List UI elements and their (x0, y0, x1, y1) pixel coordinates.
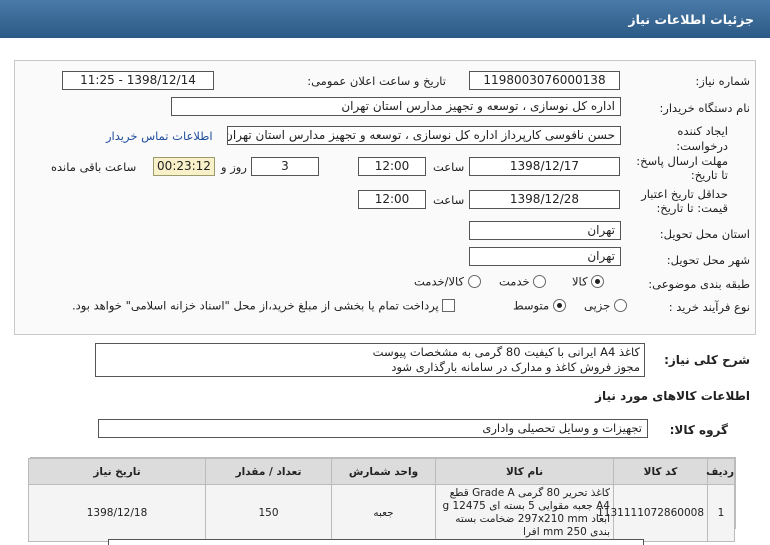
buyer-org-field: اداره کل نوسازی ، توسعه و تجهیز مدارس اس… (171, 97, 621, 116)
buyer-org-label: نام دستگاه خریدار: (659, 101, 750, 115)
purchase-process-label: نوع فرآیند خرید : (668, 300, 750, 314)
days-label: روز و (221, 160, 247, 174)
category-option-service[interactable]: خدمت (499, 274, 547, 289)
col-header-code: کد کالا (613, 458, 708, 485)
delivery-city-field: تهران (469, 247, 621, 266)
category-option-goods[interactable]: کالا (572, 274, 605, 289)
requester-label-2: درخواست: (676, 139, 728, 153)
radio-icon (533, 275, 547, 288)
announce-date-label: تاریخ و ساعت اعلان عمومی: (307, 74, 446, 88)
goods-group-field: تجهیزات و وسایل تحصیلی واداری (98, 419, 648, 438)
goods-table: ردیف کد کالا نام کالا واحد شمارش تعداد /… (28, 457, 736, 542)
header-bar: جزئیات اطلاعات نیاز (0, 0, 770, 38)
requester-field: حسن نافوسی کارپرداز اداره کل نوسازی ، تو… (227, 126, 621, 145)
cell-code: 1131111072860008 (597, 484, 708, 542)
goods-group-label: گروه کالا: (669, 423, 728, 437)
delivery-province-label: استان محل تحویل: (659, 227, 750, 241)
process-option-minor[interactable]: جزیی (584, 298, 627, 313)
price-time-label: ساعت (433, 193, 465, 207)
reply-deadline-label-1: مهلت ارسال پاسخ: (636, 154, 728, 168)
category-label: طبقه بندی موضوعی: (648, 277, 750, 291)
delivery-province-field: تهران (469, 221, 621, 240)
radio-icon (613, 299, 627, 312)
col-header-qty: تعداد / مقدار (205, 458, 332, 485)
treasury-bonds-checkbox[interactable]: پرداخت تمام یا بخشی از مبلغ خرید،از محل … (72, 298, 456, 313)
announce-date-field: 1398/12/14 - 11:25 (62, 71, 214, 90)
goods-info-title: اطلاعات کالاهای مورد نیاز (595, 389, 750, 403)
radio-icon (591, 275, 605, 288)
reply-time-label: ساعت (433, 160, 465, 174)
need-number-field: 1198003076000138 (469, 71, 620, 90)
description-line-1: کاغذ A4 ایرانی با کیفیت 80 گرمی به مشخصا… (372, 345, 640, 359)
radio-icon (552, 299, 566, 312)
price-validity-label-1: حداقل تاریخ اعتبار (641, 187, 728, 201)
col-header-unit: واحد شمارش (331, 458, 436, 485)
remaining-time-label: ساعت باقی مانده (51, 160, 137, 174)
checkbox-icon (442, 299, 456, 312)
col-header-name: نام کالا (435, 458, 614, 485)
cell-date: 1398/12/18 (28, 484, 206, 542)
description-box: کاغذ A4 ایرانی با کیفیت 80 گرمی به مشخصا… (95, 343, 645, 377)
cell-unit: جعبه (331, 484, 436, 542)
price-validity-label-2: قیمت: تا تاریخ: (656, 201, 728, 215)
reply-deadline-time: 12:00 (358, 157, 426, 176)
cell-qty: 150 (205, 484, 332, 542)
buyer-contact-link[interactable]: اطلاعات تماس خریدار (106, 129, 213, 143)
delivery-city-label: شهر محل تحویل: (666, 253, 750, 267)
col-header-date: تاریخ نیاز (28, 458, 206, 485)
category-option-goods-service[interactable]: کالا/خدمت (414, 274, 481, 289)
page-title: جزئیات اطلاعات نیاز (628, 12, 754, 27)
radio-icon (467, 275, 481, 288)
table-row: 1 1131111072860008 کاغذ تحریر 80 گرمی Gr… (28, 484, 735, 542)
description-line-2: مجوز فروش کاغذ و مدارک در سامانه بارگذار… (391, 360, 640, 374)
price-validity-date: 1398/12/28 (469, 190, 620, 209)
reply-deadline-date: 1398/12/17 (469, 157, 620, 176)
col-header-row: ردیف (706, 458, 735, 485)
description-label: شرح کلی نیاز: (664, 353, 750, 367)
days-remaining: 3 (251, 157, 319, 176)
reply-deadline-label-2: تا تاریخ: (690, 168, 728, 182)
cell-row: 1 (707, 484, 735, 542)
requester-label-1: ایجاد کننده (677, 124, 728, 138)
need-number-label: شماره نیاز: (695, 74, 750, 88)
price-validity-time: 12:00 (358, 190, 426, 209)
cell-name: کاغذ تحریر 80 گرمی Grade A قطع A4 جعبه م… (435, 484, 614, 542)
process-option-medium[interactable]: متوسط (513, 298, 566, 313)
bottom-field (108, 539, 644, 545)
remaining-time-badge: 00:23:12 (153, 157, 215, 176)
